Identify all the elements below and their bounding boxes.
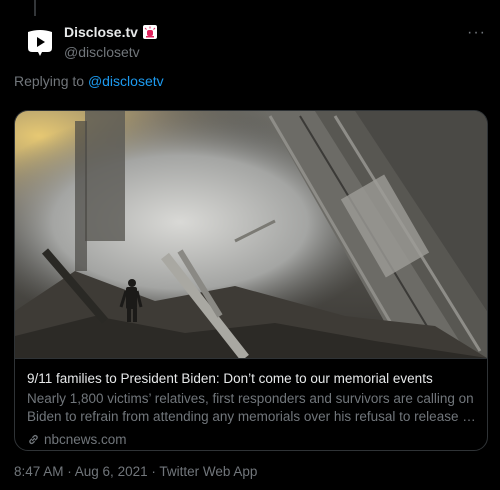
card-image[interactable]: [15, 111, 487, 358]
card-title: 9/11 families to President Biden: Don’t …: [27, 371, 433, 386]
card-domain-label: nbcnews.com: [44, 432, 127, 447]
replying-to-label: Replying to: [14, 73, 85, 89]
card-meta: 9/11 families to President Biden: Don’t …: [15, 358, 487, 450]
reply-mention-link[interactable]: @disclosetv: [88, 73, 164, 89]
thread-connector-line: [34, 0, 36, 16]
more-options-icon[interactable]: ···: [467, 24, 486, 42]
display-name[interactable]: Disclose.tv: [64, 24, 138, 40]
replying-to: Replying to @disclosetv: [14, 73, 164, 89]
tweet-timestamp[interactable]: 8:47 AM · Aug 6, 2021 · Twitter Web App: [14, 464, 257, 479]
card-description-line: Nearly 1,800 victims’ relatives, first r…: [27, 391, 474, 406]
card-description: Nearly 1,800 victims’ relatives, first r…: [27, 390, 479, 426]
card-domain: nbcnews.com: [27, 432, 127, 447]
user-handle[interactable]: @disclosetv: [64, 44, 140, 60]
disclosetv-logo-icon[interactable]: [20, 22, 60, 62]
name-row: Disclose.tv: [64, 24, 157, 40]
link-icon: [29, 434, 38, 445]
link-preview-card[interactable]: 9/11 families to President Biden: Don’t …: [14, 110, 488, 451]
tweet-header: Disclose.tv @disclosetv ···: [14, 20, 486, 64]
siren-icon: [142, 25, 157, 39]
card-description-line: Biden to refrain from attending any memo…: [27, 409, 479, 424]
